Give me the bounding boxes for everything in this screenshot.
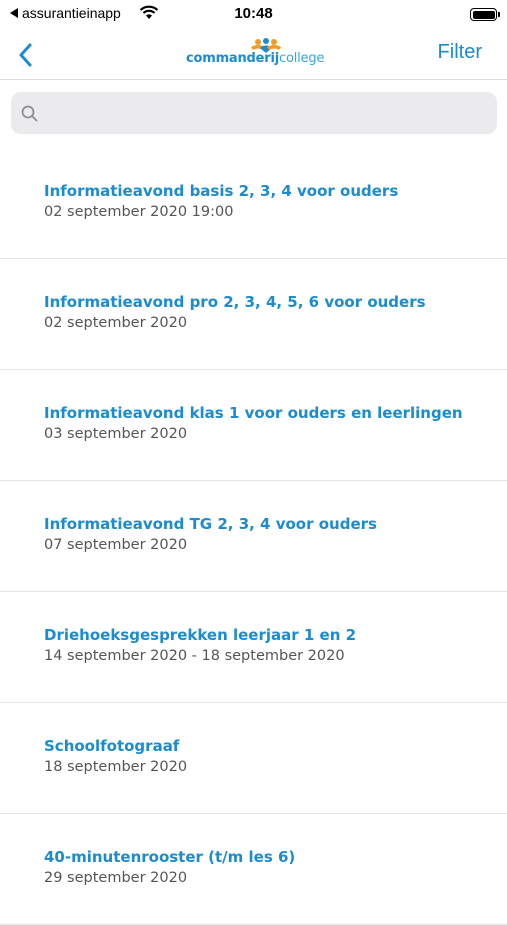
- event-title: Informatieavond basis 2, 3, 4 voor ouder…: [44, 182, 399, 200]
- event-title: Schoolfotograaf: [44, 737, 180, 755]
- list-item[interactable]: 40-minutenrooster (t/m les 6) 29 septemb…: [0, 814, 507, 925]
- search-icon: [21, 105, 38, 122]
- event-title: Informatieavond TG 2, 3, 4 voor ouders: [44, 515, 377, 533]
- event-title: 40-minutenrooster (t/m les 6): [44, 848, 296, 866]
- event-date: 02 september 2020: [44, 315, 188, 331]
- event-title: Driehoeksgesprekken leerjaar 1 en 2: [44, 626, 357, 644]
- battery-tip: [498, 12, 500, 17]
- event-date: 07 september 2020: [44, 537, 188, 553]
- event-date: 18 september 2020: [44, 759, 188, 775]
- logo-text: commanderijcollege: [186, 51, 324, 66]
- back-button[interactable]: [12, 40, 38, 70]
- battery-icon: [470, 8, 500, 21]
- battery-fill: [472, 10, 495, 19]
- logo-text-light: college: [279, 51, 325, 66]
- chevron-left-icon: [19, 43, 32, 67]
- status-time: 10:48: [234, 5, 273, 22]
- navigation-bar: commanderijcollege Filter: [0, 30, 507, 80]
- list-item[interactable]: Informatieavond basis 2, 3, 4 voor ouder…: [0, 148, 507, 259]
- school-logo: commanderijcollege: [186, 38, 326, 72]
- list-item[interactable]: Informatieavond pro 2, 3, 4, 5, 6 voor o…: [0, 259, 507, 370]
- list-item[interactable]: Informatieavond klas 1 voor ouders en le…: [0, 370, 507, 481]
- status-bar: assurantieinapp 10:48: [0, 0, 507, 30]
- event-date: 29 september 2020: [44, 870, 188, 886]
- event-list: Informatieavond basis 2, 3, 4 voor ouder…: [0, 148, 507, 925]
- list-item[interactable]: Informatieavond TG 2, 3, 4 voor ouders 0…: [0, 481, 507, 592]
- list-item[interactable]: Driehoeksgesprekken leerjaar 1 en 2 14 s…: [0, 592, 507, 703]
- event-title: Informatieavond klas 1 voor ouders en le…: [44, 404, 463, 422]
- event-title: Informatieavond pro 2, 3, 4, 5, 6 voor o…: [44, 293, 426, 311]
- event-date: 03 september 2020: [44, 426, 188, 442]
- logo-text-bold: commanderij: [186, 51, 280, 66]
- event-date: 14 september 2020 - 18 september 2020: [44, 648, 345, 664]
- event-date: 02 september 2020 19:00: [44, 204, 234, 220]
- search-input[interactable]: [47, 92, 487, 134]
- list-item[interactable]: Schoolfotograaf 18 september 2020: [0, 703, 507, 814]
- filter-button[interactable]: Filter: [438, 41, 482, 64]
- search-bar[interactable]: [11, 92, 497, 134]
